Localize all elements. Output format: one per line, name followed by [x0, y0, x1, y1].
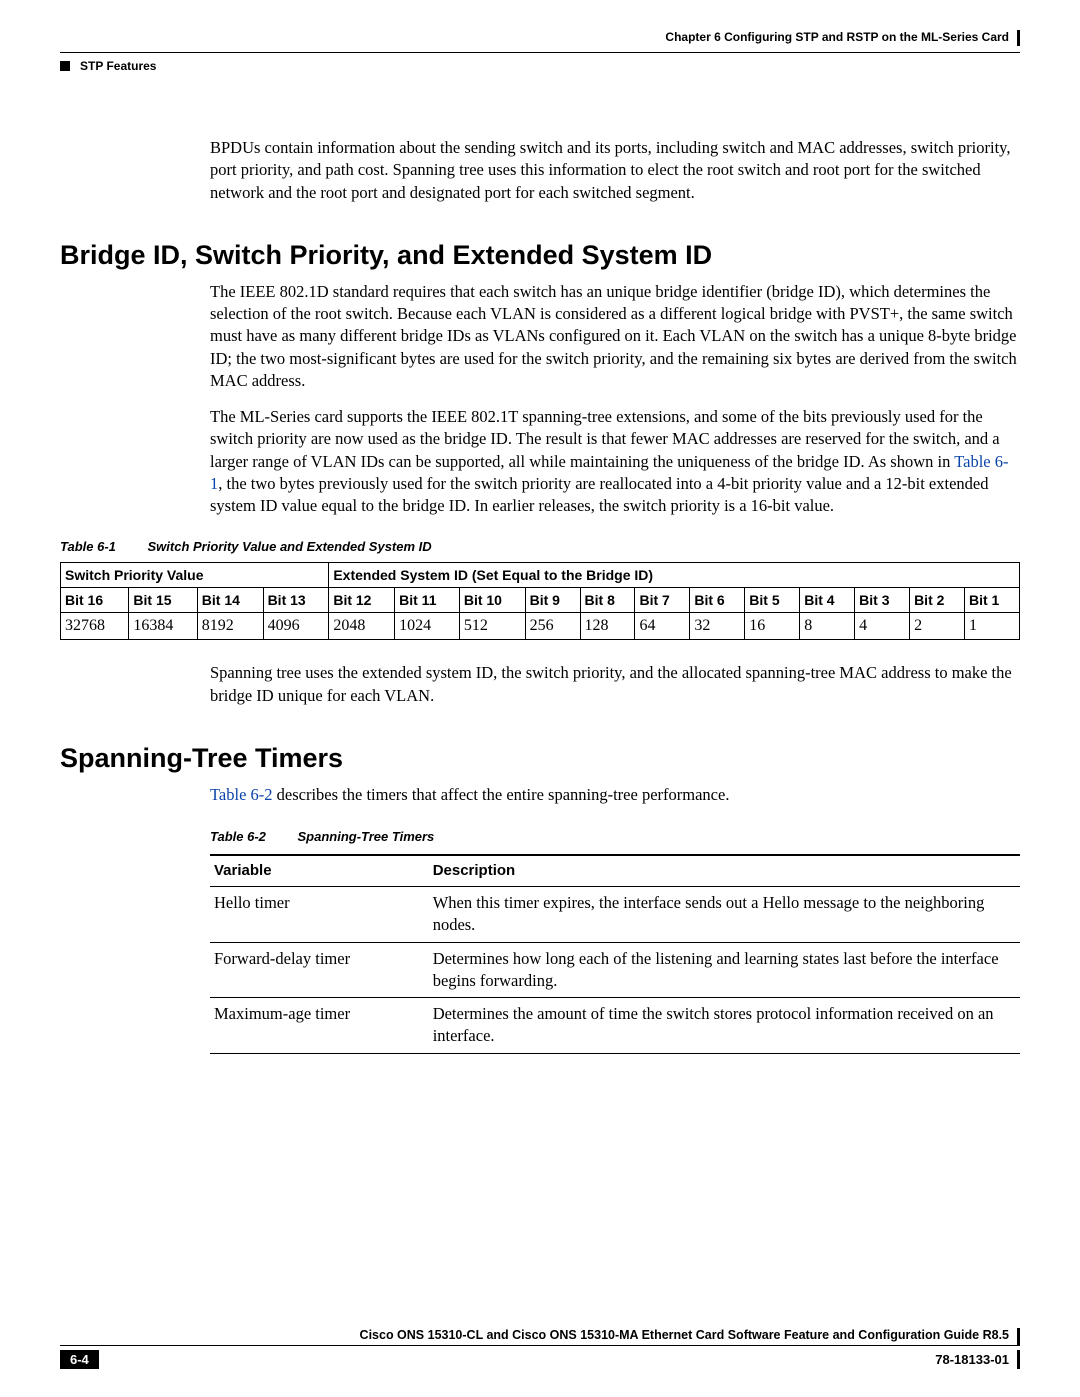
intro-paragraph: BPDUs contain information about the send…	[210, 137, 1020, 204]
table-row: Maximum-age timer Determines the amount …	[210, 998, 1020, 1054]
header-section-row: STP Features	[60, 52, 1020, 77]
s1-p3: Spanning tree uses the extended system I…	[210, 662, 1020, 707]
doc-id: 78-18133-01	[935, 1350, 1020, 1369]
table-6-1-caption: Table 6-1 Switch Priority Value and Exte…	[60, 539, 1020, 554]
s1-p2: The ML-Series card supports the IEEE 802…	[210, 406, 1020, 517]
page-number-badge: 6-4	[60, 1350, 99, 1369]
t62-h-variable: Variable	[210, 855, 429, 887]
header-chapter: Chapter 6 Configuring STP and RSTP on th…	[60, 30, 1020, 46]
page-footer: Cisco ONS 15310-CL and Cisco ONS 15310-M…	[60, 1328, 1020, 1369]
t62-h-description: Description	[429, 855, 1020, 887]
section-heading-bridge-id: Bridge ID, Switch Priority, and Extended…	[60, 240, 1020, 271]
t61-bits-row: Bit 16 Bit 15 Bit 14 Bit 13 Bit 12 Bit 1…	[61, 588, 1020, 613]
header-section: STP Features	[80, 59, 156, 73]
table-6-1: Switch Priority Value Extended System ID…	[60, 562, 1020, 640]
section-heading-timers: Spanning-Tree Timers	[60, 743, 1020, 774]
footer-guide-title: Cisco ONS 15310-CL and Cisco ONS 15310-M…	[60, 1328, 1020, 1345]
s1-p1: The IEEE 802.1D standard requires that e…	[210, 281, 1020, 392]
section-marker-icon	[60, 61, 70, 71]
t61-group-extended: Extended System ID (Set Equal to the Bri…	[329, 563, 1020, 588]
table-6-2: Variable Description Hello timer When th…	[210, 854, 1020, 1054]
t61-values-row: 32768 16384 8192 4096 2048 1024 512 256 …	[61, 613, 1020, 640]
t61-group-priority: Switch Priority Value	[61, 563, 329, 588]
s2-p1: Table 6-2 describes the timers that affe…	[210, 784, 1020, 806]
table-row: Hello timer When this timer expires, the…	[210, 887, 1020, 943]
table-row: Forward-delay timer Determines how long …	[210, 942, 1020, 998]
link-table-6-2[interactable]: Table 6-2	[210, 785, 273, 804]
table-6-2-caption: Table 6-2 Spanning-Tree Timers	[210, 828, 1020, 846]
